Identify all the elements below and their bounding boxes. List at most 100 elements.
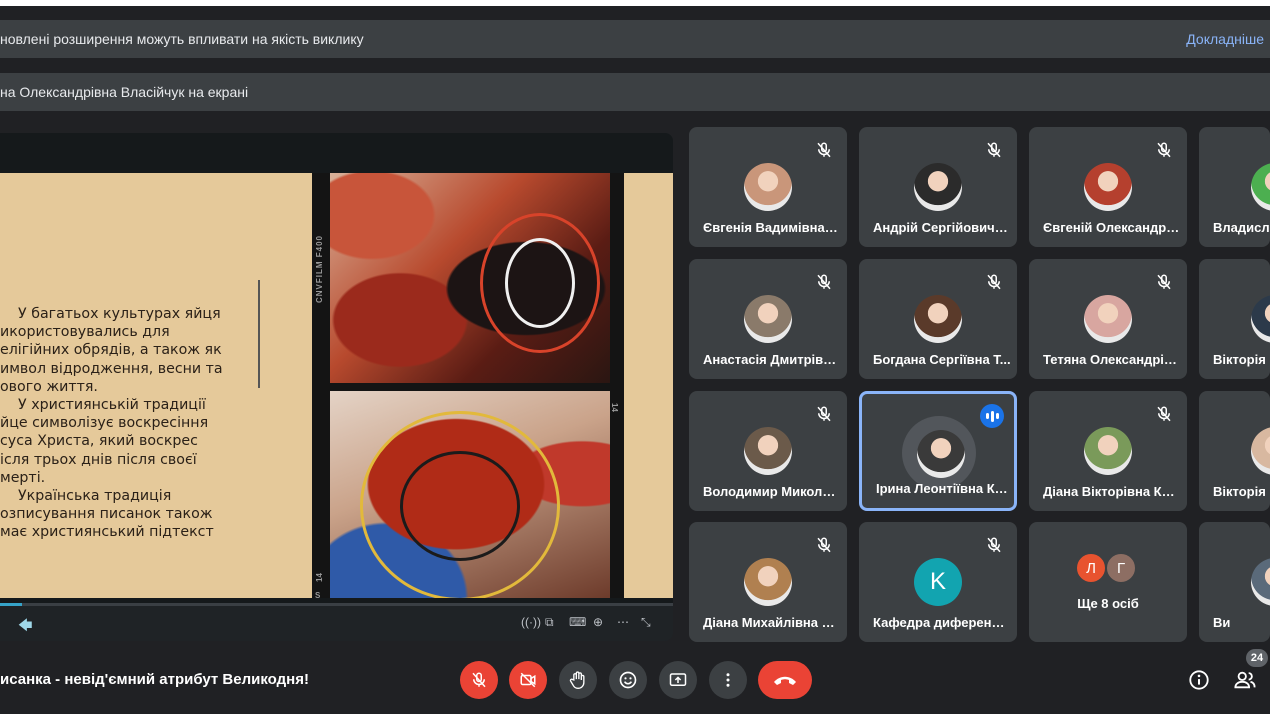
participant-tile[interactable]: Євгенія Вадимівна Сол...: [689, 127, 847, 247]
group-avatar: Л: [1075, 552, 1107, 584]
easter-eggs-photo-top: [330, 173, 610, 383]
slide-area: У багатьох культурах яйця икористовували…: [0, 133, 673, 603]
mic-off-icon: [472, 672, 486, 688]
participant-name: Діана Михайлівна Коз...: [703, 615, 841, 630]
people-button[interactable]: [1233, 668, 1257, 692]
avatar: [744, 163, 792, 211]
participant-tile[interactable]: Діана Вікторівна Кирил...: [1029, 391, 1187, 511]
camera-off-icon: [520, 672, 536, 688]
slide-text-panel: У багатьох культурах яйця икористовували…: [0, 173, 312, 598]
film-number-left: 14: [314, 573, 324, 582]
slide-divider: [258, 280, 260, 388]
extensions-warning-text: новлені розширення можуть впливати на як…: [0, 31, 364, 47]
participant-tile[interactable]: Ви: [1199, 522, 1270, 642]
mic-off-icon: [815, 405, 833, 423]
mic-off-icon: [985, 273, 1003, 291]
more-options-button[interactable]: [709, 661, 747, 699]
participant-tile[interactable]: Л Г Ще 8 осіб: [1029, 522, 1187, 642]
avatar: [914, 163, 962, 211]
mic-off-icon: [815, 536, 833, 554]
shared-screen: У багатьох культурах яйця икористовували…: [0, 133, 673, 641]
more-vert-icon: [726, 673, 730, 687]
participant-tile[interactable]: Володимир Миколайо...: [689, 391, 847, 511]
participant-tile[interactable]: Анастасія Дмитрівна...: [689, 259, 847, 379]
participant-name: Кафедра диференціа...: [873, 615, 1011, 630]
back-arrow-icon[interactable]: 🡄: [18, 615, 32, 639]
raise-hand-button[interactable]: [559, 661, 597, 699]
participant-tile[interactable]: Богдана Сергіївна Т...: [859, 259, 1017, 379]
participant-count-badge: 24: [1246, 649, 1268, 667]
avatar: [744, 427, 792, 475]
participant-tile[interactable]: Владислав: [1199, 127, 1270, 247]
avatar: [1251, 558, 1270, 606]
collapse-icon[interactable]: ⤡: [641, 615, 651, 630]
participant-tile[interactable]: Андрій Сергійович Ле...: [859, 127, 1017, 247]
presentation-progress: [0, 603, 673, 606]
avatar: [1084, 163, 1132, 211]
info-icon: [1189, 670, 1209, 690]
more-icon[interactable]: ⋯: [617, 615, 629, 629]
participant-name: Владислав: [1213, 220, 1270, 235]
cast-icon[interactable]: ((·)): [521, 615, 541, 629]
participant-name: Анастасія Дмитрівна...: [703, 352, 841, 367]
avatar: [1251, 427, 1270, 475]
participant-name: Ірина Леонтіївна Кра...: [876, 481, 1014, 496]
participant-name: Тетяна Олександрівна...: [1043, 352, 1181, 367]
presentation-progress-fill: [0, 603, 23, 606]
camera-button[interactable]: [509, 661, 547, 699]
mic-off-icon: [1155, 405, 1173, 423]
participant-tile[interactable]: Діана Михайлівна Коз...: [689, 522, 847, 642]
avatar: [744, 558, 792, 606]
reactions-button[interactable]: [609, 661, 647, 699]
participant-name: Вікторія: [1213, 352, 1266, 367]
avatar: [1084, 427, 1132, 475]
mic-off-icon: [815, 141, 833, 159]
mic-off-icon: [985, 141, 1003, 159]
presenting-text: на Олександрівна Власійчук на екрані: [0, 84, 249, 100]
participant-name: Богдана Сергіївна Т...: [873, 352, 1011, 367]
participant-tile[interactable]: Тетяна Олександрівна...: [1029, 259, 1187, 379]
film-strip: CNVFILM F400 14 S: [312, 173, 622, 600]
participant-name: Володимир Миколайо...: [703, 484, 841, 499]
mic-off-icon: [1155, 273, 1173, 291]
microphone-button[interactable]: [460, 661, 498, 699]
speaking-indicator-icon: [980, 404, 1004, 428]
participant-tile[interactable]: Вікторія: [1199, 391, 1270, 511]
avatar: [1251, 295, 1270, 343]
people-icon: [1234, 671, 1256, 689]
participant-name: Вікторія: [1213, 484, 1266, 499]
film-label: CNVFILM F400: [315, 234, 324, 303]
easter-eggs-photo-bottom: [330, 391, 610, 598]
avatar: [1084, 295, 1132, 343]
present-button[interactable]: [659, 661, 697, 699]
slide-paragraph: У багатьох культурах яйця икористовували…: [0, 306, 223, 541]
mic-off-icon: [815, 273, 833, 291]
participant-tile[interactable]: Євгеній Олександрови...: [1029, 127, 1187, 247]
avatar: [917, 430, 965, 478]
window-top-strip: [0, 0, 1270, 6]
zoom-icon[interactable]: ⊕: [593, 615, 603, 629]
participant-tile[interactable]: Вікторія: [1199, 259, 1270, 379]
mic-off-icon: [1155, 141, 1173, 159]
film-mark-bottom: S: [315, 591, 321, 600]
participant-tile[interactable]: Ірина Леонтіївна Кра...: [859, 391, 1017, 511]
meeting-title: исанка - невід'ємний атрибут Великодня!: [0, 671, 309, 688]
present-screen-icon: [669, 673, 687, 686]
participant-name: Андрій Сергійович Ле...: [873, 220, 1011, 235]
more-participants-label: Ще 8 осіб: [1077, 596, 1139, 611]
avatar: [914, 295, 962, 343]
learn-more-link[interactable]: Докладніше: [1186, 31, 1264, 47]
meeting-details-button[interactable]: [1187, 668, 1211, 692]
mic-off-icon: [985, 536, 1003, 554]
avatar: [1251, 163, 1270, 211]
captions-icon[interactable]: ⌨: [569, 615, 586, 629]
emoji-icon: [619, 671, 637, 689]
presenting-banner: на Олександрівна Власійчук на екрані: [0, 73, 1270, 111]
hang-up-icon: [774, 676, 796, 685]
letter-avatar: K: [914, 558, 962, 606]
participant-name: Євгеній Олександрови...: [1043, 220, 1181, 235]
participant-tile[interactable]: K Кафедра диференціа...: [859, 522, 1017, 642]
avatar: [744, 295, 792, 343]
leave-call-button[interactable]: [758, 661, 812, 699]
pip-icon[interactable]: ⧉: [545, 615, 554, 630]
